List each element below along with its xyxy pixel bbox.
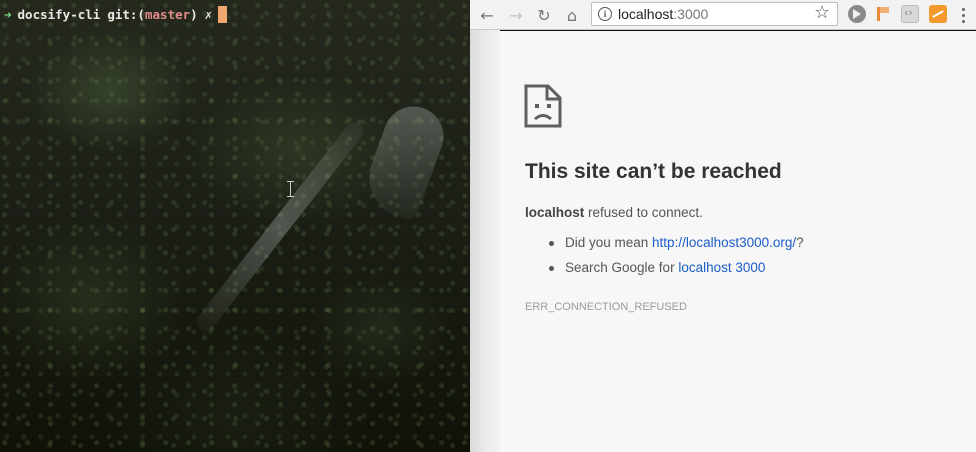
terminal-window[interactable]: ➜ docsify-cli git:(master) ✗ [0, 0, 470, 452]
extension-play-icon[interactable] [848, 5, 866, 23]
reload-icon: ↻ [537, 5, 551, 25]
error-description: localhost refused to connect. [525, 205, 703, 220]
address-bar[interactable]: i localhost:3000 [591, 2, 838, 26]
list-item: Search Google for localhost 3000 [525, 258, 804, 283]
url-port: :3000 [673, 6, 709, 22]
git-status: git:(master) [107, 6, 198, 22]
current-directory: docsify-cli [17, 6, 101, 22]
terminal-background [0, 0, 470, 452]
window-border [470, 0, 500, 452]
browser-toolbar: ← → ↻ ⌂ i localhost:3000 ☆ [470, 0, 976, 30]
extension-code-icon[interactable] [901, 5, 919, 23]
reload-button[interactable]: ↻ [533, 4, 555, 26]
git-branch: master [144, 6, 191, 22]
error-code: ERR_CONNECTION_REFUSED [525, 301, 687, 313]
page-title: This site can’t be reached [525, 160, 782, 183]
url-host: localhost [618, 6, 674, 22]
list-item: Did you mean http://localhost3000.org/? [525, 233, 804, 258]
suggestion-list: Did you mean http://localhost3000.org/? … [525, 233, 804, 283]
error-page: This site can’t be reached localhost ref… [500, 31, 976, 452]
text-cursor-icon [218, 5, 228, 23]
error-host: localhost [525, 205, 585, 220]
browser-window: ← → ↻ ⌂ i localhost:3000 ☆ This site [470, 0, 976, 452]
forward-button[interactable]: → [505, 4, 527, 26]
back-arrow-icon: ← [480, 5, 494, 25]
info-icon[interactable]: i [598, 7, 612, 21]
google-search-link[interactable]: localhost 3000 [678, 260, 765, 275]
suggested-url-link[interactable]: http://localhost3000.org/ [652, 235, 796, 250]
forward-arrow-icon: → [509, 5, 523, 25]
prompt-arrow-icon: ➜ [4, 6, 12, 22]
back-button[interactable]: ← [476, 4, 498, 26]
extension-chart-icon[interactable] [929, 5, 947, 23]
home-button[interactable]: ⌂ [561, 4, 583, 26]
home-icon: ⌂ [566, 5, 578, 25]
sad-document-icon [524, 84, 562, 128]
dirty-marker: ✗ [204, 6, 213, 22]
shell-prompt: ➜ docsify-cli git:(master) ✗ [4, 5, 228, 23]
ibeam-cursor-icon [287, 181, 294, 197]
extension-flag-icon[interactable] [874, 5, 892, 23]
star-icon[interactable]: ☆ [814, 3, 830, 23]
menu-icon[interactable] [956, 5, 970, 25]
